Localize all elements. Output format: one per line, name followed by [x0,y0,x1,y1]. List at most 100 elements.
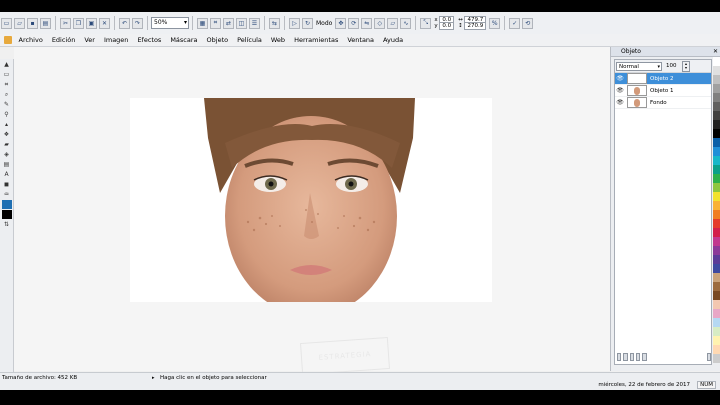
trash-icon[interactable] [706,352,711,361]
new-layer-icon[interactable] [617,352,622,361]
duplicate-layer-icon[interactable] [623,352,628,361]
color-swatch[interactable] [713,75,720,84]
opacity-spinner-icon[interactable]: ▴ ▾ [682,60,690,72]
eye-icon[interactable]: 👁 [615,99,625,106]
text-tool-icon[interactable]: A [2,170,12,179]
color-swatch[interactable] [713,147,720,156]
mask-layer-icon[interactable] [635,352,641,361]
color-swatch[interactable] [713,327,720,336]
shape-tool-icon[interactable]: ◼ [2,180,12,189]
menu-archivo[interactable]: Archivo [19,36,43,44]
color-swatch[interactable] [713,93,720,102]
fill-tool-icon[interactable]: ◈ [2,150,12,159]
delete-icon[interactable]: ✕ [99,17,110,29]
color-swatch[interactable] [713,210,720,219]
color-swatch[interactable] [713,138,720,147]
color-swatch[interactable] [713,336,720,345]
color-swatch[interactable] [713,237,720,246]
color-swatch[interactable] [713,174,720,183]
menu-mascara[interactable]: Máscara [170,36,197,44]
color-swatch[interactable] [713,255,720,264]
zoom-select[interactable]: 50% ▾ [151,17,189,29]
color-swatch[interactable] [713,201,720,210]
brush-tool-icon[interactable]: ✎ [2,100,12,109]
resize-icon[interactable]: ⤡ [420,17,432,29]
layers-icon[interactable]: ☰ [249,17,260,29]
color-swatch[interactable] [713,57,720,66]
color-swatch[interactable] [713,318,720,327]
eyedropper-tool-icon[interactable]: ⚲ [2,110,12,119]
eye-icon[interactable]: 👁 [615,75,625,82]
color-swatch[interactable] [713,192,720,201]
perspective-icon[interactable]: ▱ [387,17,399,29]
color-swatch[interactable] [713,228,720,237]
gradient-tool-icon[interactable]: ▤ [2,160,12,169]
distort-icon[interactable]: ◇ [374,17,386,29]
properties-layer-icon[interactable] [642,352,647,361]
menu-imagen[interactable]: Imagen [104,36,128,44]
save-icon[interactable]: ▪ [27,17,38,29]
color-swatch[interactable] [713,309,720,318]
menu-ventana[interactable]: Ventana [347,36,374,44]
warp-icon[interactable]: ∿ [400,17,412,29]
color-swatch[interactable] [713,165,720,174]
menu-pelicula[interactable]: Película [237,36,262,44]
retouch-tool-icon[interactable]: ▴ [2,120,12,129]
close-icon[interactable]: ✕ [713,47,718,56]
eraser-tool-icon[interactable]: ▰ [2,140,12,149]
color-swatch[interactable] [713,291,720,300]
image-icon[interactable]: ▦ [197,17,208,29]
color-swatch[interactable] [713,84,720,93]
open-file-icon[interactable]: ▱ [14,17,25,29]
move-icon[interactable]: ✥ [335,17,347,29]
mask-icon[interactable]: ◫ [236,17,247,29]
marquee-tool-icon[interactable]: ▭ [2,70,12,79]
rotate-object-icon[interactable]: ⟳ [348,17,360,29]
document-workspace[interactable]: ESTRATEGIA [14,47,610,376]
layer-row[interactable]: 👁 Objeto 1 [615,85,711,97]
color-swatch[interactable] [713,129,720,138]
apply-icon[interactable]: ✓ [509,17,521,29]
color-swatch[interactable] [713,183,720,192]
new-file-icon[interactable]: ▭ [1,17,12,29]
color-swatch[interactable] [713,219,720,228]
layer-row[interactable]: 👁 Fondo [615,97,711,109]
eye-icon[interactable]: 👁 [615,87,625,94]
menu-ver[interactable]: Ver [84,36,95,44]
color-swatch[interactable] [713,66,720,75]
color-swatch[interactable] [713,273,720,282]
image-canvas[interactable] [130,98,492,302]
select-mode-icon[interactable]: ▷ [289,17,300,29]
color-swatch[interactable] [713,246,720,255]
color-swatch[interactable] [713,111,720,120]
cut-icon[interactable]: ✂ [60,17,71,29]
color-swatch[interactable] [713,345,720,354]
print-icon[interactable]: ▤ [40,17,51,29]
height-field[interactable]: 270.9 [464,22,487,30]
color-swatch[interactable] [713,300,720,309]
blend-mode-select[interactable]: Normal ▾ [616,61,662,71]
merge-layer-icon[interactable] [629,352,634,361]
menu-efectos[interactable]: Efectos [137,36,161,44]
background-color-swatch[interactable] [1,210,12,219]
foreground-color-swatch[interactable] [1,200,12,209]
paste-icon[interactable]: ▣ [86,17,97,29]
layer-row[interactable]: 👁 Objeto 2 [615,73,711,85]
clone-tool-icon[interactable]: ❖ [2,130,12,139]
crop-icon[interactable]: ⌗ [210,17,221,29]
transform-icon[interactable]: ⇄ [223,17,234,29]
undo-icon[interactable]: ↶ [119,17,130,29]
menu-edicion[interactable]: Edición [52,36,76,44]
menu-objeto[interactable]: Objeto [207,36,229,44]
launch-icon[interactable]: ⇆ [269,17,280,29]
color-swatch[interactable] [713,264,720,273]
copy-icon[interactable]: ❐ [73,17,84,29]
pointer-tool-icon[interactable]: ▲ [2,60,12,69]
menu-herramientas[interactable]: Herramientas [294,36,338,44]
zoom-tool-icon[interactable]: ⌕ [2,90,12,99]
color-swatch[interactable] [713,354,720,363]
color-swatch[interactable] [713,156,720,165]
color-swatch[interactable] [713,102,720,111]
color-swatch[interactable] [713,120,720,129]
menu-ayuda[interactable]: Ayuda [383,36,403,44]
